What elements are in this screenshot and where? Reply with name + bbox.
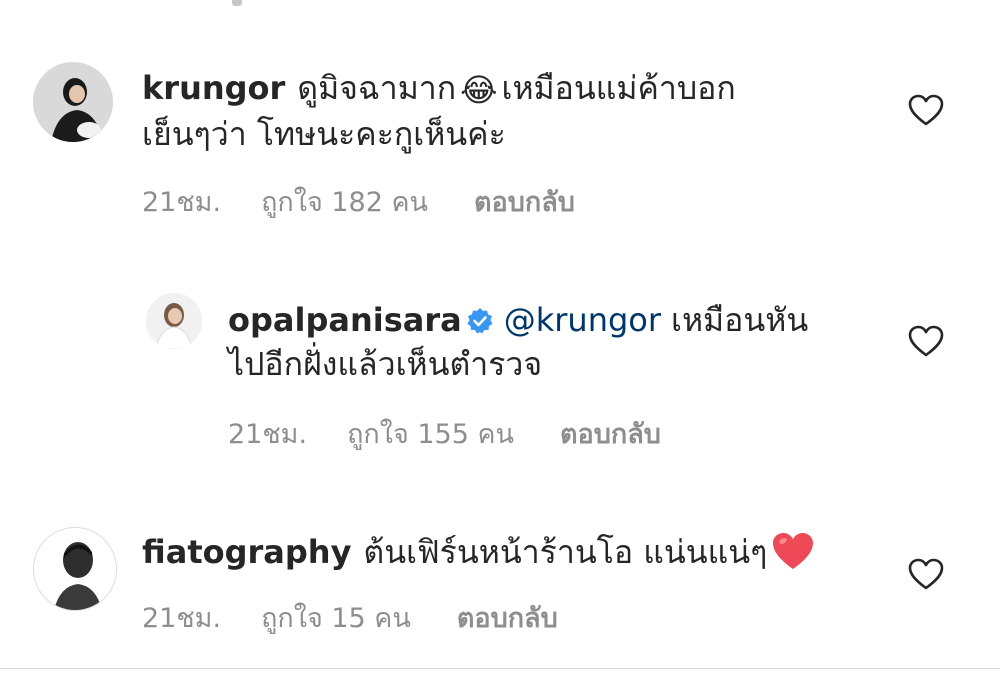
heart-outline-icon[interactable]: [908, 94, 944, 126]
heart-outline-icon[interactable]: [908, 325, 944, 357]
comment-meta: 21ชม. ถูกใจ 15 คน ตอบกลับ: [142, 596, 598, 639]
username[interactable]: krungor: [142, 69, 285, 107]
comment-text-line: เย็นๆว่า โทษนะคะกูเห็นค่ะ: [142, 115, 506, 153]
timestamp[interactable]: 21ชม.: [228, 419, 307, 450]
username[interactable]: fiatography: [142, 533, 351, 571]
avatar[interactable]: [33, 527, 117, 611]
avatar[interactable]: [33, 62, 113, 142]
mention-link[interactable]: @krungor: [504, 301, 661, 339]
like-count[interactable]: ถูกใจ 182 คน: [261, 187, 428, 218]
comment-text: opalpanisara @krungor เหมือนหัน ไปอีกฝั่ง…: [228, 298, 868, 386]
laughing-emoji-icon: 😂: [460, 71, 498, 109]
reply-button[interactable]: ตอบกลับ: [560, 419, 661, 450]
comment-text: krungor ดูมิจฉามาก 😂 เหมือนแม่ค้าบอก เย็นๆว…: [142, 66, 862, 156]
timestamp[interactable]: 21ชม.: [142, 187, 221, 218]
comment-text-line: ไปอีกฝั่งแล้วเห็นตำรวจ: [228, 345, 543, 383]
like-count[interactable]: ถูกใจ 155 คน: [347, 419, 514, 450]
comment-text-part: เหมือนหัน: [671, 301, 809, 339]
comment-text-part: ต้นเฟิร์นหน้าร้านโอ แน่นแน่ๆ: [363, 533, 768, 571]
like-count[interactable]: ถูกใจ 15 คน: [261, 603, 411, 634]
avatar-photo-icon: [146, 293, 202, 349]
avatar-photo-icon: [34, 528, 116, 610]
comment-meta: 21ชม. ถูกใจ 182 คน ตอบกลับ: [142, 180, 615, 223]
avatar[interactable]: [146, 293, 202, 349]
comment-meta: 21ชม. ถูกใจ 155 คน ตอบกลับ: [228, 412, 701, 455]
verified-badge-icon: [467, 308, 493, 334]
comment-text-part: ดูมิจฉามาก: [297, 69, 457, 107]
heart-outline-icon[interactable]: [908, 558, 944, 590]
reply-button[interactable]: ตอบกลับ: [474, 187, 575, 218]
comment-text: fiatography ต้นเฟิร์นหน้าร้านโอ แน่นแน่ๆ: [142, 530, 882, 574]
comment-text-part: เหมือนแม่ค้าบอก: [501, 69, 736, 107]
username[interactable]: opalpanisara: [228, 301, 462, 339]
avatar-photo-icon: [33, 62, 113, 142]
red-heart-emoji-icon: [773, 533, 814, 569]
reply-button[interactable]: ตอบกลับ: [457, 603, 558, 634]
timestamp[interactable]: 21ชม.: [142, 603, 221, 634]
divider: [0, 668, 1000, 669]
previous-comment-edge: [232, 0, 242, 6]
